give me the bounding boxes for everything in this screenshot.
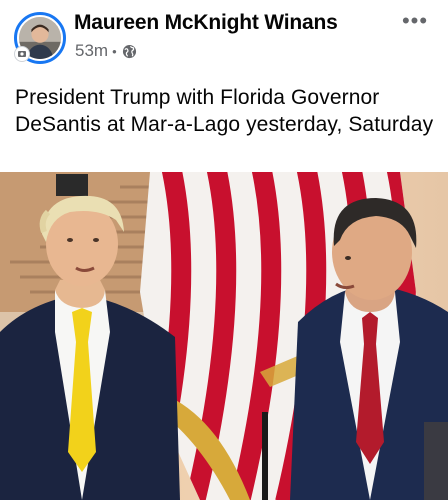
post-timestamp[interactable]: 53m: [75, 41, 108, 61]
post-photo[interactable]: [0, 172, 448, 500]
profile-badge-icon: [14, 46, 30, 62]
more-options-button[interactable]: •••: [398, 6, 432, 36]
post-text: President Trump with Florida Governor De…: [15, 86, 434, 136]
globe-icon[interactable]: [122, 44, 137, 59]
meta-separator: •: [112, 43, 117, 59]
post-meta: 53m •: [75, 41, 137, 61]
photo-illustration: [0, 172, 448, 500]
post-header: Maureen McKnight Winans 53m • •••: [0, 0, 448, 72]
author-name[interactable]: Maureen McKnight Winans: [74, 11, 338, 35]
more-options-icon: •••: [401, 8, 429, 33]
